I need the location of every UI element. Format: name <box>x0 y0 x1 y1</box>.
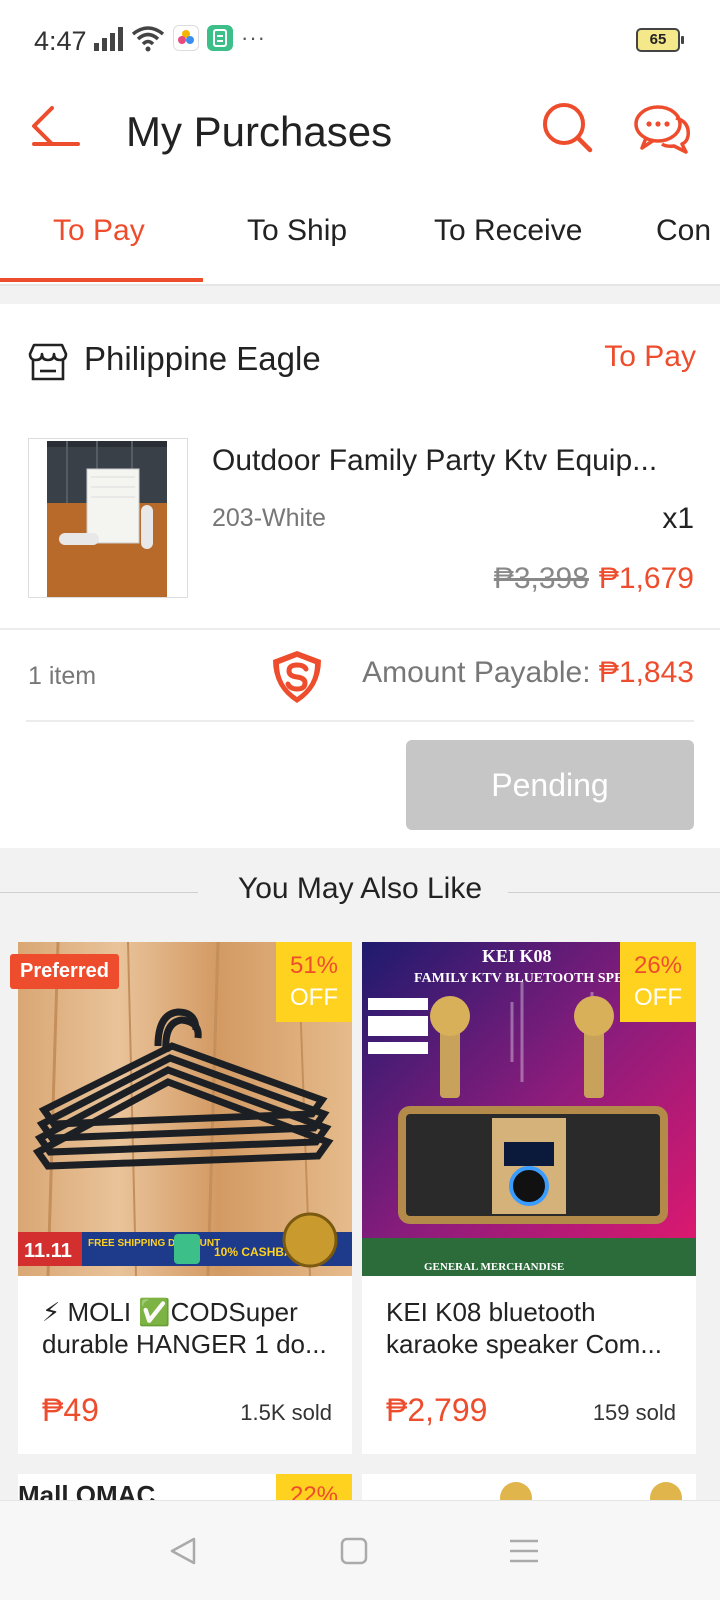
product-card-name: ⚡ MOLI ✅CODSuper durable HANGER 1 do... <box>42 1297 327 1359</box>
order-status-tabs: To Pay To Ship To Receive Con <box>0 196 720 286</box>
product-thumbnail[interactable] <box>28 438 188 598</box>
menu-nav-icon[interactable] <box>504 1531 544 1571</box>
tab-completed[interactable]: Con <box>656 214 711 248</box>
tab-to-ship[interactable]: To Ship <box>247 214 347 248</box>
promo-label: 11.11 <box>24 1240 72 1262</box>
discount-badge: 51% OFF <box>276 942 352 1022</box>
active-tab-indicator <box>0 278 203 282</box>
battery-icon: 65 <box>636 28 684 52</box>
home-nav-icon[interactable] <box>334 1531 374 1571</box>
recommendations-section: You May Also Like 11.11 FREE SHIPPING DI… <box>0 848 720 1500</box>
image-footer-label: GENERAL MERCHANDISE <box>424 1261 564 1273</box>
free-ship-label: FREE SHIPPING DISCOUNT <box>88 1238 220 1249</box>
shop-row[interactable]: Philippine Eagle To Pay <box>26 338 696 388</box>
product-image <box>47 441 167 597</box>
mall-logo: Mall OMAC <box>18 1480 156 1500</box>
amount-payable-value: ₱1,843 <box>598 656 694 689</box>
product-card-name: KEI K08 bluetooth karaoke speaker Com... <box>386 1297 663 1359</box>
product-card-partial[interactable] <box>362 1474 696 1500</box>
shop-name: Philippine Eagle <box>84 340 321 377</box>
amount-payable-row: Amount Payable: ₱1,843 <box>362 656 694 690</box>
product-card-sold: 1.5K sold <box>240 1400 332 1425</box>
search-icon <box>543 103 593 153</box>
divider <box>508 892 720 893</box>
search-button[interactable] <box>538 98 598 158</box>
image-brand-label: KEI K08 <box>482 946 552 966</box>
product-card[interactable]: KEI K08 FAMILY KTV BLUETOOTH SPEA GENERA… <box>362 942 696 1454</box>
calculator-app-icon <box>207 25 233 51</box>
discount-percent: 26% <box>633 952 683 979</box>
chat-icon <box>634 105 690 154</box>
price-row: ₱3,398 ₱1,679 <box>494 562 694 596</box>
back-nav-icon[interactable] <box>164 1531 204 1571</box>
signal-icon <box>94 25 123 51</box>
sale-price: ₱1,679 <box>598 562 694 595</box>
page-title: My Purchases <box>126 108 393 155</box>
divider <box>26 720 694 722</box>
order-card: Philippine Eagle To Pay Outdoor Family P… <box>0 304 720 848</box>
recommendations-title: You May Also Like <box>237 872 483 905</box>
shop-icon <box>28 343 68 381</box>
status-bar: 4:47 ··· 65 <box>0 0 720 80</box>
preferred-badge: Preferred <box>10 954 119 989</box>
amount-payable-label: Amount Payable: <box>362 656 599 689</box>
product-quantity: x1 <box>662 502 694 535</box>
image-subtitle-label: FAMILY KTV BLUETOOTH SPEA <box>414 971 634 986</box>
discount-off-label: OFF <box>290 984 338 1011</box>
product-card[interactable]: 11.11 FREE SHIPPING DISCOUNT 10% CASHBAC… <box>10 942 352 1454</box>
divider <box>0 628 720 630</box>
shopee-guarantee-shield-icon <box>273 651 321 703</box>
discount-percent: 51% <box>289 952 339 979</box>
pending-button[interactable]: Pending <box>406 740 694 830</box>
item-count: 1 item <box>28 662 97 690</box>
product-card-image <box>500 1482 682 1500</box>
back-button[interactable] <box>26 102 86 162</box>
product-variant: 203-White <box>212 504 326 532</box>
product-card-price: ₱2,799 <box>386 1392 488 1428</box>
tab-to-receive[interactable]: To Receive <box>434 214 582 248</box>
system-navigation-bar <box>0 1500 720 1600</box>
status-time: 4:47 <box>34 26 87 56</box>
tab-to-pay[interactable]: To Pay <box>53 214 145 248</box>
arrow-left-icon <box>32 106 80 146</box>
discount-percent: 22% <box>276 1474 352 1500</box>
product-card-price: ₱49 <box>42 1392 99 1428</box>
product-name[interactable]: Outdoor Family Party Ktv Equip... <box>212 444 682 478</box>
chat-button[interactable] <box>632 100 694 160</box>
product-card-sold: 159 sold <box>592 1400 676 1425</box>
more-notifications-icon: ··· <box>241 25 266 50</box>
discount-badge: 26% OFF <box>620 942 696 1022</box>
discount-off-label: OFF <box>634 984 682 1011</box>
original-price: ₱3,398 <box>493 562 589 595</box>
status-icons: ··· <box>94 24 266 52</box>
photos-app-icon <box>173 25 199 51</box>
product-card-partial[interactable]: Mall OMAC 22% <box>18 1474 352 1500</box>
wifi-icon <box>131 26 165 52</box>
order-status-label: To Pay <box>604 340 696 373</box>
